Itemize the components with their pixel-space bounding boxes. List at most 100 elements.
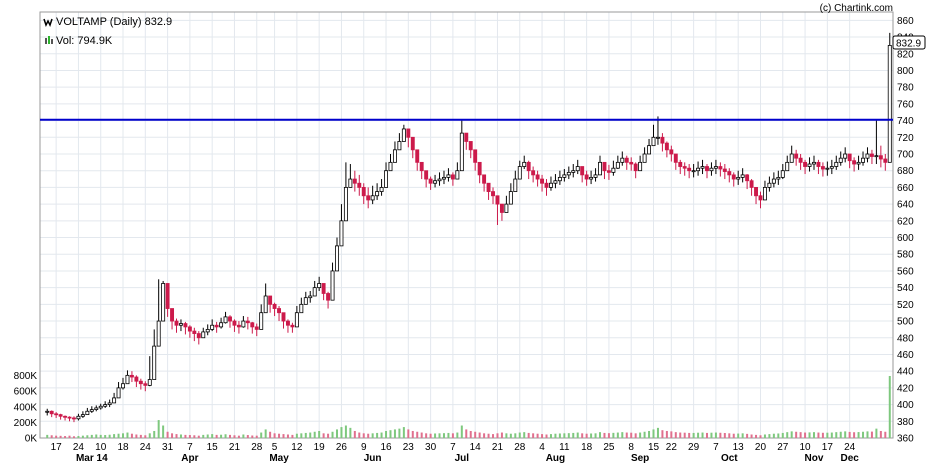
volume-bar [746, 433, 749, 438]
volume-bar [282, 434, 285, 438]
volume-bar [848, 431, 851, 438]
candle-body [241, 320, 246, 328]
volume-bar [237, 435, 240, 438]
candle-body [696, 167, 701, 172]
candle-body [89, 409, 94, 412]
candle-body [847, 153, 852, 162]
candle-body [624, 157, 629, 163]
candle-body [446, 174, 451, 178]
candle-body [865, 153, 870, 159]
volume-bar [451, 433, 454, 438]
candle-body [450, 174, 455, 180]
month-label: Aug [546, 453, 565, 464]
volume-bar [64, 436, 67, 438]
candle-body [254, 326, 259, 330]
date-tick-label: 7 [713, 442, 719, 453]
volume-bar [549, 434, 552, 438]
volume-bar [648, 430, 651, 438]
month-label: Sep [631, 453, 649, 464]
candle-body [433, 180, 438, 184]
date-tick-label: 8 [628, 442, 634, 453]
candle-body [375, 191, 380, 197]
volume-bar [804, 432, 807, 438]
volume-bar [411, 430, 414, 438]
volume-bar [888, 375, 891, 438]
volume-bar [781, 432, 784, 438]
candle-body [647, 145, 652, 155]
candle-body [103, 404, 108, 407]
candle-body [152, 345, 157, 380]
volume-bar [264, 429, 267, 438]
volume-bar [434, 433, 437, 438]
candle-body [415, 149, 420, 163]
candle-body [294, 312, 299, 328]
volume-bar [260, 432, 263, 438]
volume-bar [643, 431, 646, 438]
candle [161, 280, 166, 322]
candle-body [606, 170, 611, 173]
volume-bar [844, 431, 847, 438]
candle-body [758, 195, 763, 201]
volume-bar [500, 432, 503, 438]
candle-body [464, 132, 469, 142]
volume-bar [625, 432, 628, 438]
candle-body [54, 413, 59, 416]
price-tick-label: 520 [897, 300, 914, 311]
stock-chart: 360 380 400 420 440 460 480 500 520 540 560 580 600 6… [0, 0, 930, 465]
volume-bar [772, 433, 775, 438]
candle-body [134, 376, 139, 382]
volume-bar [496, 433, 499, 438]
volume-bar [438, 433, 441, 438]
volume-bar [393, 429, 396, 438]
volume-bar [362, 433, 365, 438]
date-tick-label: 29 [688, 442, 700, 453]
volume-bar [661, 430, 664, 438]
date-tick-label: 21 [229, 442, 241, 453]
price-tick-label: 660 [897, 183, 914, 194]
price-tick-label: 600 [897, 233, 914, 244]
candle-body [442, 176, 446, 180]
price-tick-label: 380 [897, 417, 914, 428]
volume-bar [884, 431, 887, 438]
price-tick-label: 860 [897, 16, 914, 27]
candle-body [803, 161, 808, 167]
volume-bar [879, 430, 882, 438]
volume-bar [755, 434, 758, 438]
month-label: Mar 14 [76, 453, 108, 464]
volume-bar [380, 432, 383, 438]
candle-body [869, 153, 874, 157]
candle-body [593, 174, 598, 178]
candle-body [468, 141, 473, 151]
volume-bar [576, 432, 579, 438]
candle-body [843, 153, 848, 159]
month-label: Oct [721, 453, 738, 464]
volume-bar [821, 432, 824, 438]
volume-bar [554, 433, 557, 438]
candle-body [820, 166, 825, 170]
candle-body [455, 170, 460, 180]
volume-bar [870, 431, 873, 438]
candle-body [272, 303, 277, 309]
candle-body [232, 320, 237, 326]
candle-body [80, 414, 85, 417]
volume-bar [701, 432, 704, 438]
candle-body [361, 187, 366, 197]
candle-body [236, 324, 241, 328]
candle-body [785, 161, 790, 172]
candle-body [72, 417, 76, 420]
candle-body [183, 323, 188, 328]
candle-body [317, 283, 322, 289]
volume-bar [812, 432, 815, 438]
volume-bar [656, 427, 659, 438]
volume-bar [233, 435, 236, 438]
volume-bar [331, 431, 334, 438]
candle-body [504, 203, 509, 213]
candle-body [566, 171, 571, 176]
candle-body [388, 161, 393, 172]
month-label: Jul [455, 453, 470, 464]
candle-body [834, 161, 839, 167]
volume-bar [309, 432, 312, 438]
volume-bar [509, 433, 512, 438]
candle-body [718, 166, 723, 170]
volume-bar [113, 434, 116, 438]
